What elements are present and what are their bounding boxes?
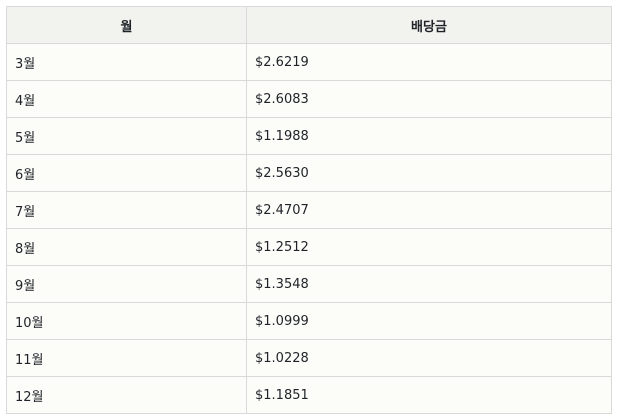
dividend-cell: $2.5630 <box>246 154 612 192</box>
table-row: 6월 $2.5630 <box>6 154 612 192</box>
dividend-cell: $1.0228 <box>246 339 612 377</box>
table-row: 10월 $1.0999 <box>6 302 612 340</box>
dividend-cell: $2.6219 <box>246 43 612 81</box>
table-body: 3월 $2.6219 4월 $2.6083 5월 $1.1988 6월 $2.5… <box>6 43 612 414</box>
month-cell: 12월 <box>6 376 247 414</box>
table-row: 7월 $2.4707 <box>6 191 612 229</box>
month-cell: 5월 <box>6 117 247 155</box>
dividend-cell: $2.6083 <box>246 80 612 118</box>
table-row: 5월 $1.1988 <box>6 117 612 155</box>
month-cell: 4월 <box>6 80 247 118</box>
month-cell: 8월 <box>6 228 247 266</box>
dividend-table: 월 배당금 3월 $2.6219 4월 $2.6083 5월 $1.1988 6… <box>6 6 612 414</box>
dividend-cell: $1.3548 <box>246 265 612 303</box>
dividend-cell: $2.4707 <box>246 191 612 229</box>
header-row: 월 배당금 <box>6 6 612 44</box>
dividend-cell: $1.1851 <box>246 376 612 414</box>
month-cell: 6월 <box>6 154 247 192</box>
month-cell: 7월 <box>6 191 247 229</box>
table-row: 4월 $2.6083 <box>6 80 612 118</box>
month-cell: 3월 <box>6 43 247 81</box>
dividend-column-header: 배당금 <box>246 6 612 44</box>
table-row: 11월 $1.0228 <box>6 339 612 377</box>
table-row: 12월 $1.1851 <box>6 376 612 414</box>
month-cell: 10월 <box>6 302 247 340</box>
dividend-table-container: 월 배당금 3월 $2.6219 4월 $2.6083 5월 $1.1988 6… <box>6 6 612 414</box>
table-header: 월 배당금 <box>6 6 612 44</box>
month-cell: 9월 <box>6 265 247 303</box>
month-column-header: 월 <box>6 6 247 44</box>
month-cell: 11월 <box>6 339 247 377</box>
dividend-cell: $1.1988 <box>246 117 612 155</box>
table-row: 8월 $1.2512 <box>6 228 612 266</box>
dividend-cell: $1.0999 <box>246 302 612 340</box>
dividend-cell: $1.2512 <box>246 228 612 266</box>
table-row: 9월 $1.3548 <box>6 265 612 303</box>
table-row: 3월 $2.6219 <box>6 43 612 81</box>
